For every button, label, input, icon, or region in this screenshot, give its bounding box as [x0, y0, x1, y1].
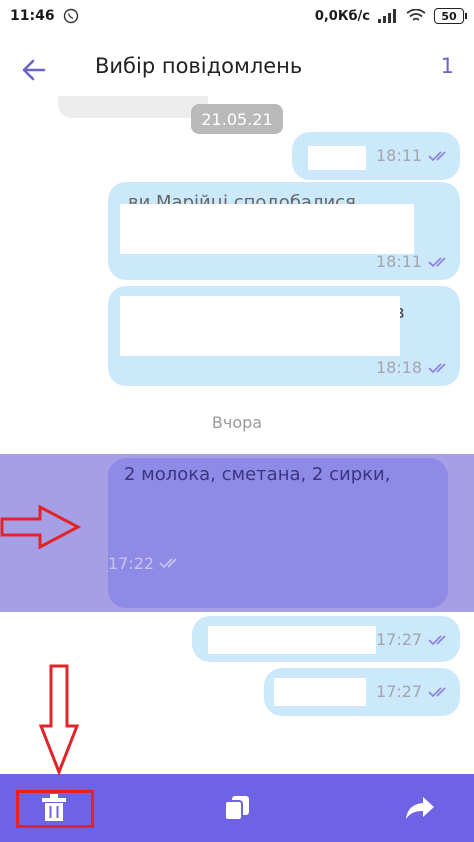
read-checkmarks-icon	[428, 686, 446, 697]
message-meta: 17:22	[108, 554, 448, 573]
message-meta: 18:18	[376, 358, 450, 377]
redacted-text	[120, 296, 400, 356]
read-checkmarks-icon	[428, 362, 446, 373]
viber-notification-icon	[63, 8, 78, 24]
annotation-arrow-right	[0, 504, 82, 550]
annotation-highlight-box	[16, 790, 94, 828]
annotation-arrow-down	[38, 664, 80, 776]
message-bubble[interactable]: 17:27	[192, 616, 460, 662]
message-bubble[interactable]: в 18:18	[108, 286, 460, 386]
redacted-text	[120, 204, 414, 254]
previous-message-bubble[interactable]	[58, 96, 208, 118]
app-header: Вибір повідомлень 1	[0, 32, 474, 106]
message-meta: 17:27	[376, 630, 450, 649]
message-text: 2 молока, сметана, 2 сирки,	[124, 464, 391, 485]
message-time: 17:27	[376, 682, 423, 701]
message-meta: 18:11	[376, 146, 450, 165]
battery-indicator: 50	[434, 8, 467, 24]
redacted-text	[208, 626, 376, 654]
message-bubble[interactable]: 18:11	[292, 132, 460, 180]
read-checkmarks-icon	[159, 558, 177, 569]
network-speed: 0,0Кб/с	[314, 8, 370, 24]
wifi-icon	[406, 9, 426, 21]
message-time: 17:22	[108, 554, 155, 573]
redacted-text	[308, 146, 366, 170]
message-bubble[interactable]: ви Марійці сподобалися 18:11	[108, 182, 460, 280]
status-time: 11:46	[10, 8, 55, 24]
message-time: 17:27	[376, 630, 423, 649]
day-separator: Вчора	[211, 413, 263, 432]
forward-button[interactable]	[402, 790, 438, 826]
date-separator-text: 21.05.21	[201, 109, 273, 129]
read-checkmarks-icon	[428, 256, 446, 267]
signal-icon	[378, 9, 396, 23]
message-time: 18:11	[376, 252, 423, 271]
forward-icon	[406, 797, 434, 819]
redacted-text	[274, 678, 366, 706]
page-title: Вибір повідомлень	[95, 54, 303, 78]
message-meta: 17:27	[376, 682, 450, 701]
message-meta: 18:11	[376, 252, 450, 271]
selected-count: 1	[440, 54, 454, 78]
date-separator: 21.05.21	[191, 104, 283, 134]
read-checkmarks-icon	[428, 150, 446, 161]
copy-button[interactable]	[219, 790, 255, 826]
read-checkmarks-icon	[428, 634, 446, 645]
selected-message-bubble[interactable]: 2 молока, сметана, 2 сирки, 17:22	[108, 458, 448, 608]
viber-screen: 11:46 0,0Кб/с 50 Вибір повідомлень 1 21.…	[0, 0, 474, 842]
back-arrow-icon[interactable]	[20, 56, 48, 84]
status-bar: 11:46 0,0Кб/с 50	[0, 0, 474, 32]
copy-icon	[224, 796, 249, 821]
message-time: 18:11	[376, 146, 423, 165]
message-time: 18:18	[376, 358, 423, 377]
battery-level: 50	[441, 9, 457, 23]
message-bubble[interactable]: 17:27	[264, 668, 460, 716]
status-right: 0,0Кб/с 50	[314, 8, 467, 24]
